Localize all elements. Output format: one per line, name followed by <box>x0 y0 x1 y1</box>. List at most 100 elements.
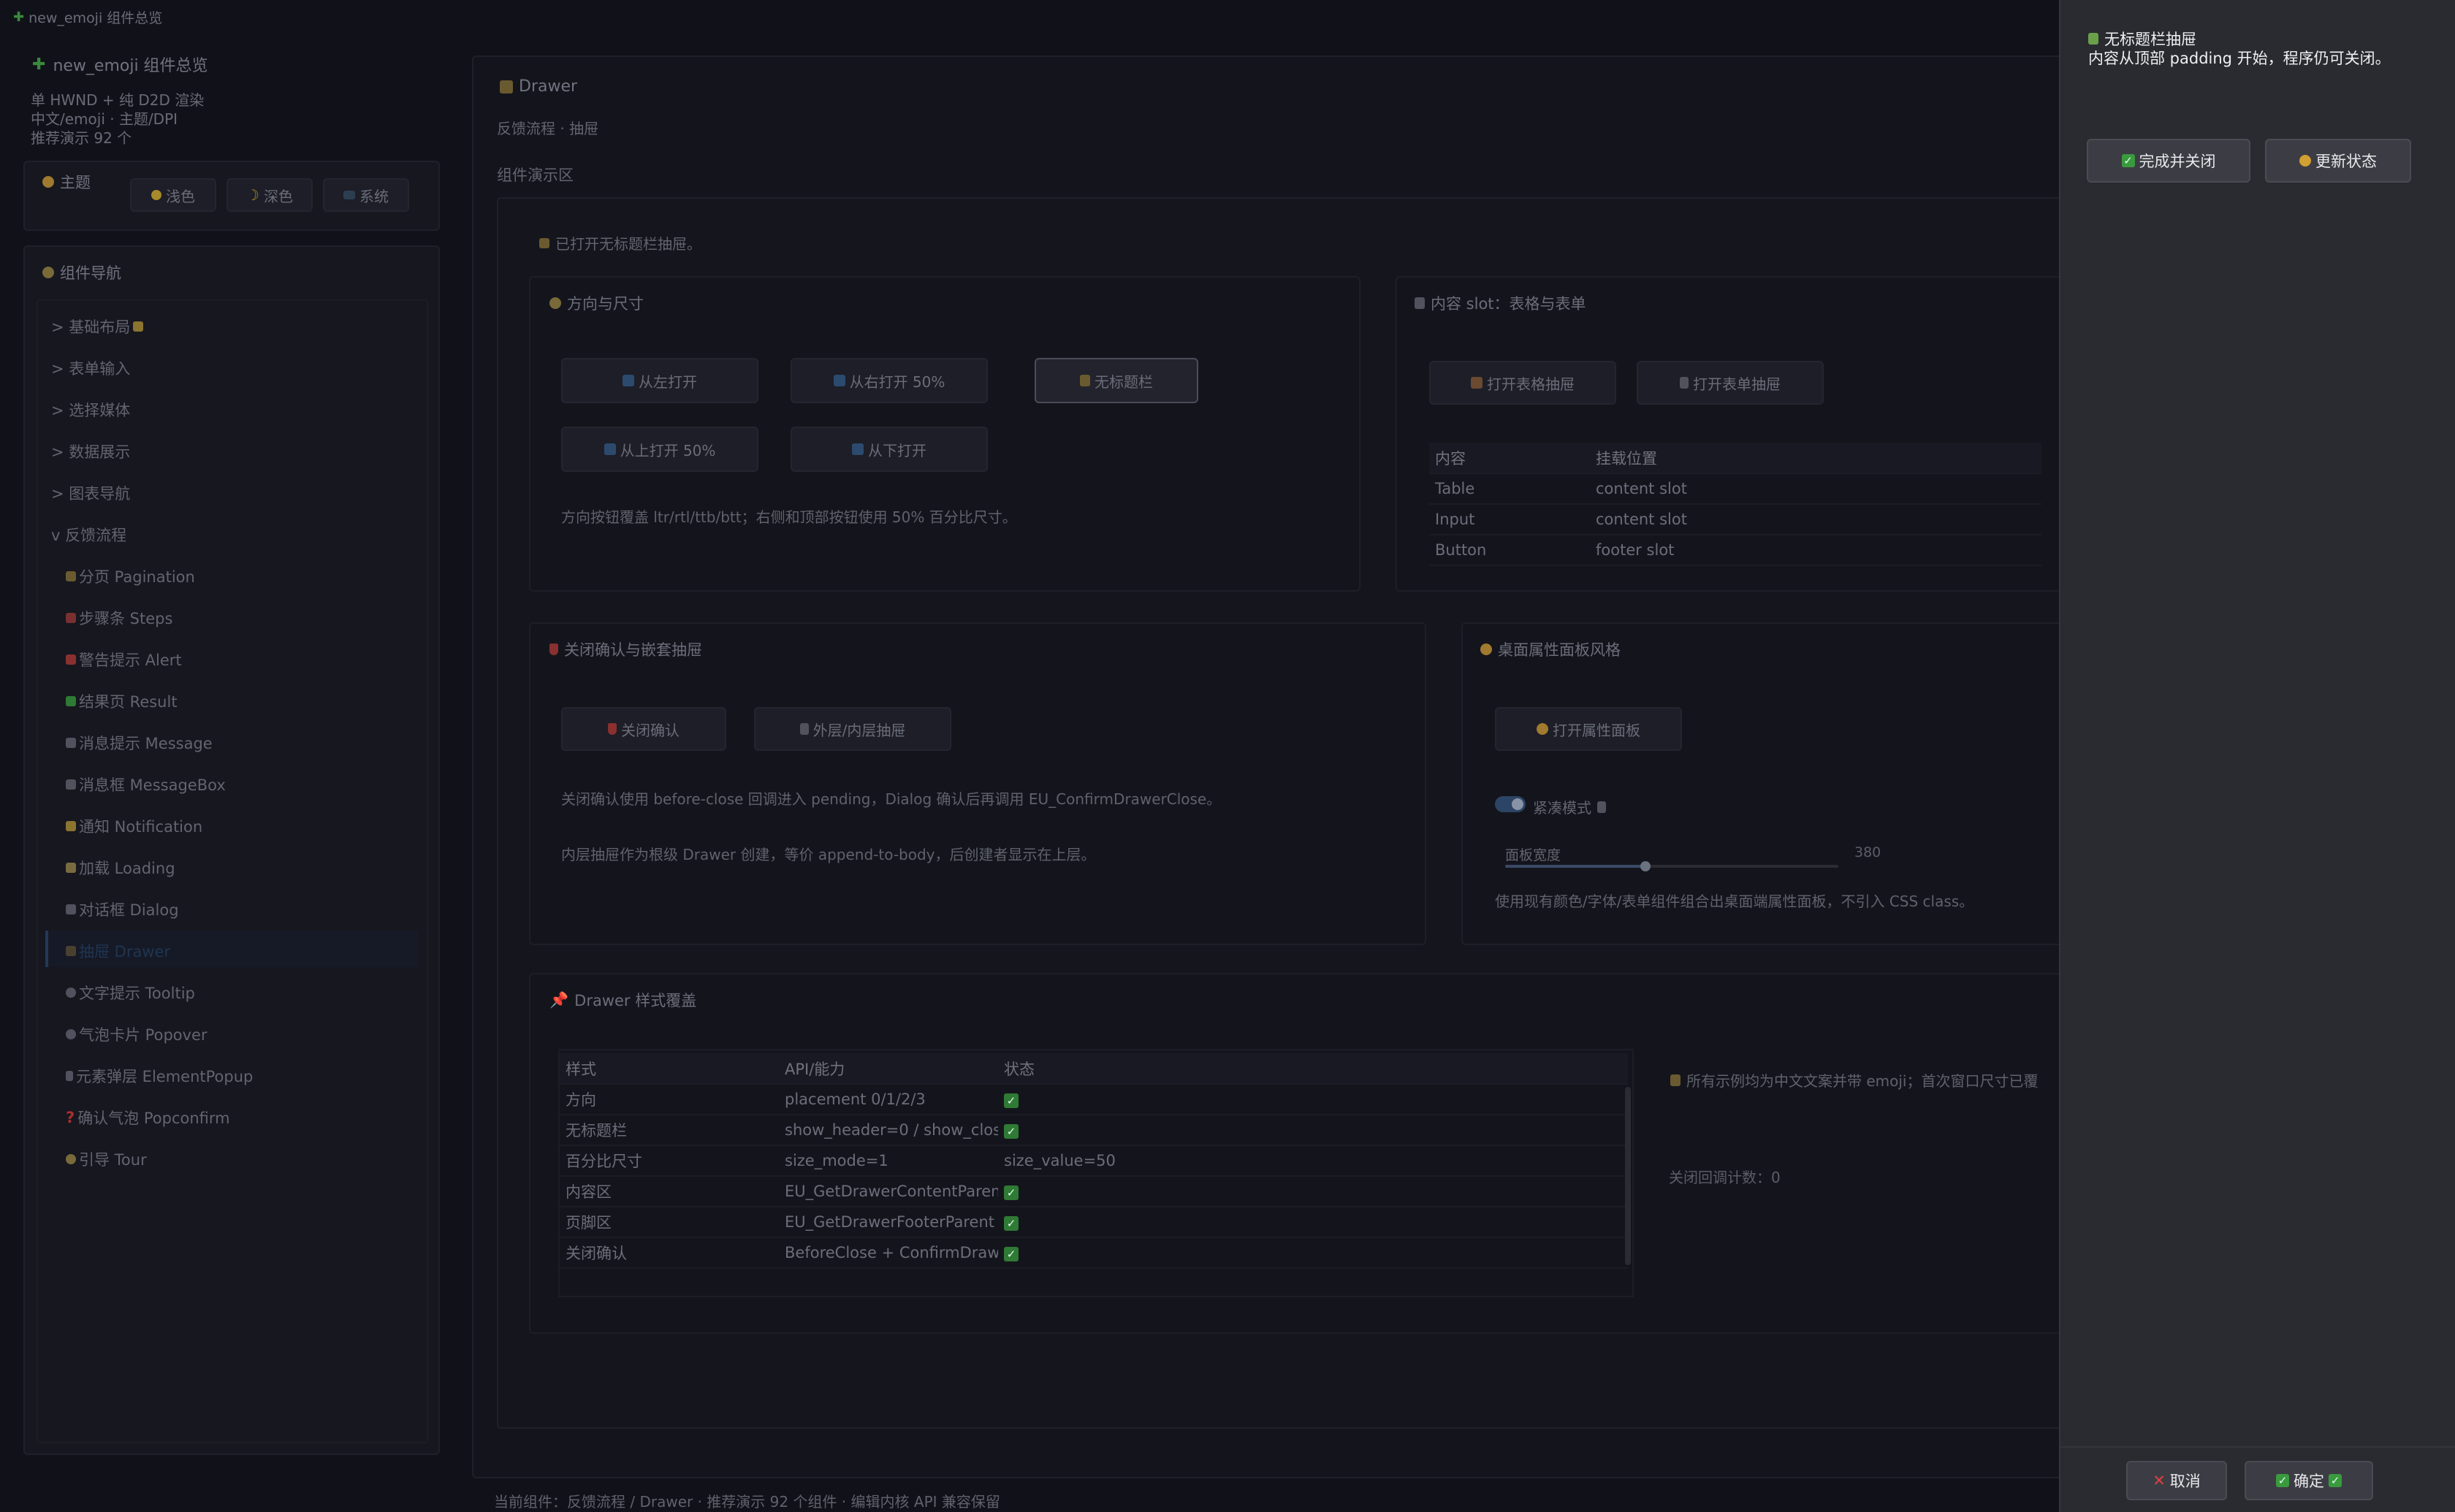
phone-icon <box>66 1071 73 1081</box>
nav-item-alert[interactable]: 警告提示 Alert <box>66 649 182 671</box>
nav-group-data[interactable]: > 数据展示 <box>51 440 130 462</box>
open-table-drawer-button[interactable]: 打开表格抽屉 <box>1429 361 1616 405</box>
theme-system-button[interactable]: 系统 <box>323 178 409 212</box>
slider-thumb[interactable] <box>1640 861 1651 871</box>
open-props-button[interactable]: 打开属性面板 <box>1495 707 1682 751</box>
clock-icon <box>2299 155 2311 167</box>
check-icon: ✓ <box>2276 1474 2289 1487</box>
nested-note: 内层抽屉作为根级 Drawer 创建，等价 append-to-body，后创建… <box>561 846 1096 863</box>
open-top-button[interactable]: 从上打开 50% <box>561 427 758 472</box>
nav-item-popconfirm[interactable]: ? 确认气泡 Popconfirm <box>66 1107 230 1129</box>
theme-dark-button[interactable]: ☽ 深色 <box>227 178 313 212</box>
arrow-right-icon <box>833 375 845 386</box>
nav-item-pagination[interactable]: 分页 Pagination <box>66 565 195 587</box>
cancel-button[interactable]: ✕ 取消 <box>2126 1461 2227 1500</box>
nested-drawer-button[interactable]: 外层/内层抽屉 <box>754 707 951 751</box>
palette-icon <box>42 176 54 188</box>
check-icon: ✓ <box>2121 154 2135 167</box>
clipboard-icon <box>1415 297 1425 309</box>
sun-icon <box>151 190 161 200</box>
table-row: 百分比尺寸 size_mode=1 size_value=50 <box>560 1145 1628 1177</box>
style-table: 样式 API/能力 状态 方向 placement 0/1/2/3 ✓ 无标题栏 show… <box>560 1053 1628 1269</box>
slot-title: 内容 slot：表格与表单 <box>1415 292 1586 314</box>
style-table-scrollbar[interactable] <box>1625 1087 1631 1265</box>
pin-icon: 📌 <box>549 990 569 1009</box>
app-logo-icon: ✚ <box>13 9 25 25</box>
nav-item-notification[interactable]: 通知 Notification <box>66 815 202 837</box>
no-header-button[interactable]: 无标题栏 <box>1035 358 1198 403</box>
table-row: Input content slot <box>1429 504 2041 535</box>
width-slider-track[interactable] <box>1505 861 1838 871</box>
close-confirm-note: 关闭确认使用 before-close 回调进入 pending，Dialog … <box>561 790 1222 808</box>
book-icon <box>539 237 549 248</box>
arrow-up-icon <box>604 443 616 455</box>
check-icon: ✓ <box>1004 1216 1019 1231</box>
nav-group-media[interactable]: > 选择媒体 <box>51 399 130 421</box>
ok-button[interactable]: ✓ 确定 ✓ <box>2245 1461 2373 1500</box>
table-header: 内容 <box>1429 443 1590 474</box>
direction-title: 方向与尺寸 <box>549 292 644 314</box>
drawer-footer-divider <box>2060 1446 2455 1448</box>
update-status-button[interactable]: 更新状态 <box>2265 139 2411 183</box>
open-form-drawer-button[interactable]: 打开表单抽屉 <box>1637 361 1824 405</box>
nav-item-popover[interactable]: 气泡卡片 Popover <box>66 1023 208 1045</box>
drawer-desc: 内容从顶部 padding 开始，程序仍可关闭。 <box>2088 50 2391 67</box>
check-icon: ✓ <box>1004 1124 1019 1139</box>
compass-icon <box>42 267 54 278</box>
slider-label: 面板宽度 <box>1505 847 1561 863</box>
book-icon <box>1670 1074 1681 1086</box>
question-icon: ? <box>66 1109 75 1126</box>
compact-mode-label: 紧凑模式 <box>1533 796 1606 817</box>
table-row: Table content slot <box>1429 473 2041 505</box>
check-icon <box>66 696 76 706</box>
nav-group-chart[interactable]: > 图表导航 <box>51 482 130 504</box>
table-header: API/能力 <box>779 1053 998 1085</box>
footprints-icon <box>66 613 76 623</box>
demo-label: 组件演示区 <box>497 167 574 184</box>
sidebar-info: 单 HWND + 纯 D2D 渲染 中文/emoji · 主题/DPI 推荐演示… <box>31 91 205 147</box>
nav-item-elementpopup[interactable]: 元素弹层 ElementPopup <box>66 1065 253 1087</box>
nav-group-layout[interactable]: > 基础布局 <box>51 316 144 337</box>
open-bottom-button[interactable]: 从下打开 <box>791 427 988 472</box>
props-title: 桌面属性面板风格 <box>1480 638 1621 660</box>
check-icon: ✓ <box>1004 1093 1019 1108</box>
theme-label: 主题 <box>42 171 91 193</box>
book-icon <box>2088 33 2098 45</box>
nav-item-messagebox[interactable]: 消息框 MessageBox <box>66 774 226 795</box>
direction-note: 方向按钮覆盖 ltr/rtl/ttb/btt；右侧和顶部按钮使用 50% 百分比… <box>561 508 1017 526</box>
compact-mode-toggle[interactable] <box>1495 796 1526 812</box>
page-subtitle: 反馈流程 · 抽屉 <box>497 120 599 137</box>
check-icon: ✓ <box>1004 1247 1019 1261</box>
slider-value: 380 <box>1854 844 1881 860</box>
table-header: 状态 <box>998 1053 1628 1085</box>
nav-group-feedback[interactable]: v 反馈流程 <box>51 524 126 546</box>
table-header: 挂载位置 <box>1590 443 2041 474</box>
nav-item-drawer[interactable]: 抽屉 Drawer <box>66 940 170 962</box>
nav-item-steps[interactable]: 步骤条 Steps <box>66 607 172 629</box>
table-row: 内容区 EU_GetDrawerContentParent ✓ <box>560 1176 1628 1207</box>
slot-table: 内容 挂载位置 Table content slot Input content sl… <box>1429 443 2041 566</box>
finish-close-button[interactable]: ✓ 完成并关闭 <box>2087 139 2250 183</box>
palette-icon <box>1537 723 1548 735</box>
nav-group-form[interactable]: > 表单输入 <box>51 357 130 379</box>
nav-item-message[interactable]: 消息提示 Message <box>66 732 213 754</box>
nav-item-tour[interactable]: 引导 Tour <box>66 1148 147 1170</box>
book-icon <box>1080 375 1090 386</box>
info-icon <box>1597 801 1606 813</box>
open-left-button[interactable]: 从左打开 <box>561 358 758 403</box>
close-confirm-button[interactable]: 关闭确认 <box>561 707 726 751</box>
theme-light-button[interactable]: 浅色 <box>130 178 216 212</box>
style-side-note: 所有示例均为中文文案并带 emoji；首次窗口尺寸已覆 <box>1670 1069 2058 1091</box>
slider-fill <box>1505 865 1645 868</box>
open-right-button[interactable]: 从右打开 50% <box>791 358 988 403</box>
clipboard-icon <box>1680 377 1689 389</box>
toggle-knob <box>1512 798 1523 810</box>
table-row: 关闭确认 BeforeClose + ConfirmDrawe ✓ <box>560 1237 1628 1269</box>
nav-item-result[interactable]: 结果页 Result <box>66 690 178 712</box>
status-message: 已打开无标题栏抽屉。 <box>539 232 701 253</box>
props-note: 使用现有颜色/字体/表单组件组合出桌面端属性面板，不引入 CSS class。 <box>1495 893 1974 910</box>
nav-item-dialog[interactable]: 对话框 Dialog <box>66 898 179 920</box>
nav-item-tooltip[interactable]: 文字提示 Tooltip <box>66 982 195 1004</box>
chat-icon <box>66 738 76 748</box>
nav-item-loading[interactable]: 加载 Loading <box>66 857 175 879</box>
